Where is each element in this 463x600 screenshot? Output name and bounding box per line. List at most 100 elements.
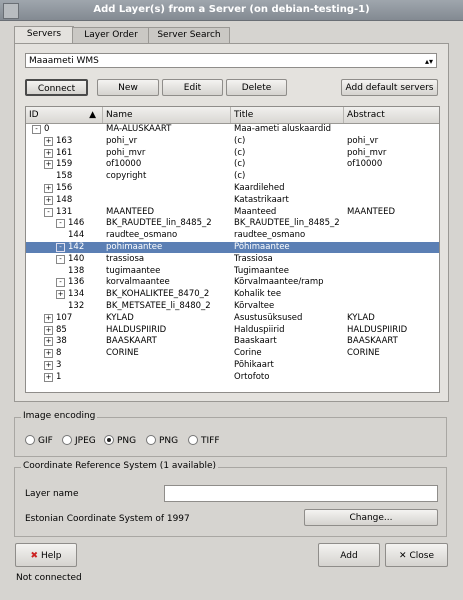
tree-row[interactable]: +3 Põhikaart [26,360,439,371]
window-menu-icon[interactable] [3,3,19,19]
add-button[interactable]: Add [318,543,380,567]
tree-row[interactable]: -146 BK_RAUDTEE_lin_8485_2 BK_RAUDTEE_lin_… [26,218,439,229]
expand-icon[interactable]: + [44,160,53,170]
collapse-icon[interactable]: - [56,219,65,229]
window-titlebar: Add Layer(s) from a Server (on debian-te… [0,0,463,21]
cell-name: trassiosa [106,253,145,264]
cell-name: pohi_mvr [106,147,146,158]
sort-ascending-icon: ▲ [89,110,96,120]
tree-row[interactable]: -142 pohimaantee Põhimaantee [26,242,439,253]
expand-icon[interactable]: + [44,372,53,382]
tree-row[interactable]: 158 copyright (c) [26,171,439,182]
close-button[interactable]: ✕ Close [385,543,448,567]
server-select[interactable]: Maaameti WMS ▴▾ [25,53,437,68]
tree-row[interactable]: +85 HALDUSPIIRID Halduspiirid HALDUSPIIRID [26,325,439,336]
cell-name: copyright [106,171,147,182]
add-default-servers-button[interactable]: Add default servers [341,79,438,96]
connect-button[interactable]: Connect [25,79,88,96]
expand-icon[interactable]: + [44,337,53,347]
collapse-icon[interactable]: - [56,243,65,252]
tree-row[interactable]: +159 of10000 (c) of10000 [26,159,439,170]
tree-row[interactable]: 132 BK_METSATEE_li_8480_2 Kõrvaltee [26,301,439,312]
cell-abstract: MAANTEED [347,206,396,217]
tree-row[interactable]: -136 korvalmaantee Kõrvalmaantee/ramp [26,277,439,288]
tab-layer-order[interactable]: Layer Order [72,27,150,43]
expand-icon[interactable]: + [44,361,53,370]
server-select-value: Maaameti WMS [29,56,99,66]
expand-icon[interactable]: + [44,195,53,205]
tree-row[interactable]: +134 BK_KOHALIKTEE_8470_2 Kohalik tee [26,289,439,300]
image-encoding-label: Image encoding [21,411,98,421]
collapse-icon[interactable]: - [56,278,65,288]
column-header-name[interactable]: Name [103,107,231,123]
column-header-abstract[interactable]: Abstract [344,107,439,123]
tree-row[interactable]: +107 KYLAD Asustusüksused KYLAD [26,313,439,324]
radio-gif[interactable]: GIF [25,434,53,447]
cell-title: (c) [234,147,246,158]
expand-icon[interactable]: + [44,148,53,158]
new-button[interactable]: New [97,79,159,96]
expand-icon[interactable]: + [44,184,53,193]
crs-system-text: Estonian Coordinate System of 1997 [25,514,190,524]
collapse-icon[interactable]: - [44,207,53,217]
tree-row[interactable]: +148 Katastrikaart [26,195,439,206]
cell-name: BK_RAUDTEE_lin_8485_2 [106,218,212,229]
cell-name: raudtee_osmano [106,230,178,241]
cell-title: Maa-ameti aluskaardid [234,124,332,134]
layer-name-input[interactable] [164,485,438,502]
cell-title: Põhikaart [234,360,274,370]
radio-dot-png [104,434,114,445]
radio-dot-gif [25,434,35,445]
expand-icon[interactable]: + [44,349,53,359]
status-text: Not connected [16,573,82,583]
tree-row[interactable]: -140 trassiosa Trassiosa [26,254,439,265]
tree-row[interactable]: 138 tugimaantee Tugimaantee [26,266,439,277]
cell-title: Kõrvalmaantee/ramp [234,277,324,288]
tree-row[interactable]: +38 BAASKAART Baaskaart BAASKAART [26,336,439,347]
delete-button[interactable]: Delete [226,79,287,96]
tree-row[interactable]: +1 Ortofoto [26,372,439,383]
cell-name: korvalmaantee [106,277,170,288]
cell-title: (c) [234,135,246,146]
cell-title: raudtee_osmano [234,230,306,241]
window-title: Add Layer(s) from a Server (on debian-te… [93,4,370,15]
tree-row[interactable]: +163 pohi_vr (c) pohi_vr [26,136,439,147]
cell-id: 3 [56,360,62,370]
expand-icon[interactable]: + [44,136,53,146]
cell-name: of10000 [106,159,142,170]
tree-row[interactable]: 144 raudtee_osmano raudtee_osmano [26,230,439,241]
cell-title: BK_RAUDTEE_lin_8485_2 [234,218,340,229]
expand-icon[interactable]: + [44,313,53,323]
radio-png-alt[interactable]: PNG [146,434,178,447]
tab-servers[interactable]: Servers [14,26,74,44]
cell-title: Tugimaantee [234,265,289,276]
cell-id: 156 [56,183,73,193]
tree-row[interactable]: -131 MAANTEED Maanteed MAANTEED [26,207,439,218]
tree-row[interactable]: +161 pohi_mvr (c) pohi_mvr [26,148,439,159]
cell-name: MA-ALUSKAART [106,124,172,134]
cell-name: BK_METSATEE_li_8480_2 [106,301,211,311]
column-header-id[interactable]: ID ▲ [26,107,103,123]
expand-icon[interactable]: + [44,325,53,335]
cell-name: HALDUSPIIRID [106,324,167,335]
combo-arrows-icon: ▴▾ [424,57,433,66]
help-button[interactable]: ✖ Help [15,543,77,567]
radio-jpeg[interactable]: JPEG [62,434,96,447]
tree-row[interactable]: +8 CORINE Corine CORINE [26,348,439,359]
expand-icon[interactable]: + [56,290,65,300]
tree-row[interactable]: -0 MA-ALUSKAART Maa-ameti aluskaardid [26,124,439,135]
column-header-title[interactable]: Title [231,107,344,123]
tab-server-search[interactable]: Server Search [148,27,230,43]
collapse-icon[interactable]: - [56,254,65,264]
radio-png[interactable]: PNG [104,434,136,447]
collapse-icon[interactable]: - [32,125,41,134]
cell-title: Halduspiirid [234,324,285,335]
layers-tree[interactable]: ID ▲ Name Title Abstract -0 MA-ALUSKAART Ma… [25,106,440,393]
tree-row[interactable]: +156 Kaardilehed [26,183,439,194]
cell-name: BAASKAART [106,336,157,347]
cell-title: (c) [234,171,246,182]
cell-name: pohimaantee [106,242,163,252]
radio-tiff[interactable]: TIFF [188,434,220,447]
edit-button[interactable]: Edit [162,79,223,96]
change-crs-button[interactable]: Change... [304,509,438,526]
